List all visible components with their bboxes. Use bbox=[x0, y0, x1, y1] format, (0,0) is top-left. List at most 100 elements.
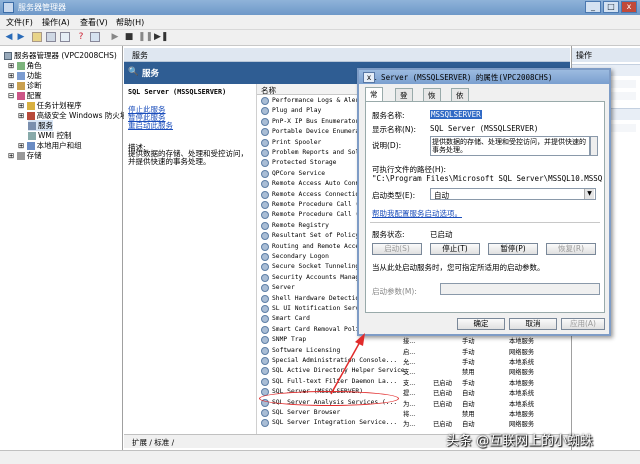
service-logon-as: 本地系统 bbox=[509, 400, 535, 408]
tab-dependencies[interactable]: 依存关系 bbox=[451, 88, 469, 133]
service-status: 已启动 bbox=[433, 379, 452, 387]
service-logon-as: 本地服务 bbox=[509, 338, 535, 346]
service-logon-as: 网络服务 bbox=[509, 421, 535, 429]
menu-help[interactable]: 帮助(H) bbox=[116, 17, 144, 28]
tree-root-label: 服务器管理器 (VPC2008CHS) bbox=[14, 51, 117, 60]
storage-icon bbox=[16, 152, 25, 160]
show-tree-icon[interactable] bbox=[46, 32, 56, 42]
service-desc: 接... bbox=[403, 338, 416, 346]
service-desc: 为... bbox=[403, 421, 416, 429]
tree-label: WMI 控制 bbox=[38, 131, 72, 140]
maximize-button[interactable]: □ bbox=[603, 1, 619, 13]
table-row[interactable]: SQL Server Integration Service... 为... 已启动… bbox=[257, 418, 571, 428]
description-field[interactable]: 提供数据的存储、处理和受控访问，并提供快速的事务处理。 bbox=[430, 136, 590, 156]
service-startup-type: 禁用 bbox=[462, 369, 475, 377]
startup-type-label: 启动类型(E): bbox=[372, 191, 416, 200]
service-desc: 支... bbox=[403, 379, 416, 387]
up-folder-icon[interactable] bbox=[32, 32, 42, 42]
service-name: SL UI Notification Serv bbox=[272, 305, 360, 312]
pane-header: 服务 bbox=[124, 48, 570, 62]
tree-label: 存储 bbox=[26, 151, 42, 160]
table-row[interactable]: SNMP Trap 接... 手动 本地服务 bbox=[257, 335, 571, 345]
export-icon[interactable] bbox=[90, 32, 100, 42]
column-name[interactable]: 名称 bbox=[261, 85, 276, 96]
restart-service-icon[interactable]: ▶❚ bbox=[154, 32, 168, 42]
view-tabs-label[interactable]: 扩展 ∕ 标准 ∕ bbox=[132, 437, 174, 448]
service-gear-icon bbox=[261, 138, 269, 147]
service-gear-icon bbox=[261, 284, 269, 293]
pause-service-icon[interactable]: ❚❚ bbox=[138, 32, 153, 42]
description-text: 提供数据的存储、处理和受控访问，并提供快速的事务处理。 bbox=[128, 149, 248, 166]
menu-file[interactable]: 文件(F) bbox=[6, 17, 33, 28]
start-params-input[interactable] bbox=[440, 283, 600, 295]
minimize-button[interactable]: _ bbox=[585, 1, 601, 13]
start-service-icon[interactable]: ▶ bbox=[110, 32, 120, 42]
restart-service-link[interactable]: 重启动此服务 bbox=[128, 120, 173, 131]
navigation-tree: 服务器管理器 (VPC2008CHS) ⊞ 角色 ⊞ 功能 ⊞ 诊断 ⊟ 配置 … bbox=[0, 46, 127, 450]
service-gear-icon bbox=[261, 336, 269, 345]
chevron-down-icon[interactable]: ▼ bbox=[584, 189, 594, 199]
back-icon[interactable]: ◀ bbox=[4, 32, 14, 42]
tree-item-storage[interactable]: ⊞ 存储 bbox=[8, 150, 42, 161]
service-name: SQL Server Browser bbox=[272, 409, 341, 416]
service-name: Server bbox=[272, 284, 295, 292]
service-gear-icon bbox=[261, 232, 269, 241]
dialog-close-button[interactable]: x bbox=[363, 72, 375, 83]
service-name: Remote Access Auto Conn bbox=[272, 180, 360, 188]
menu-view[interactable]: 查看(V) bbox=[80, 17, 108, 28]
general-tab-panel: 服务名称: MSSQLSERVER 显示名称(N): SQL Server (M… bbox=[365, 101, 605, 313]
service-status: 已启动 bbox=[433, 421, 452, 429]
roles-icon bbox=[16, 62, 25, 70]
tab-general[interactable]: 常规 bbox=[365, 87, 383, 110]
service-name: Problem Reports and Sol bbox=[272, 149, 360, 156]
tab-logon[interactable]: 登录 bbox=[395, 88, 413, 111]
tree-label: 角色 bbox=[26, 61, 42, 70]
service-desc: 允... bbox=[403, 359, 416, 366]
table-row[interactable]: SQL Active Directory Helper Service 支... 禁… bbox=[257, 366, 571, 376]
service-gear-icon bbox=[261, 263, 269, 272]
service-gear-icon bbox=[261, 409, 269, 417]
tree-label: 高级安全 Windows 防火墙 bbox=[36, 111, 128, 120]
table-row[interactable]: SQL Server Browser 将... 禁用 本地服务 bbox=[257, 408, 571, 418]
start-button[interactable]: 启动(S) bbox=[372, 243, 422, 255]
service-gear-icon bbox=[261, 253, 269, 261]
service-gear-icon bbox=[261, 117, 269, 126]
service-name: Protected Storage bbox=[272, 159, 337, 167]
properties-icon[interactable] bbox=[60, 32, 70, 42]
pause-button[interactable]: 暂停(P) bbox=[488, 243, 538, 255]
service-logon-as: 本地系统 bbox=[509, 390, 535, 398]
stop-button[interactable]: 停止(T) bbox=[430, 243, 480, 255]
help-icon[interactable]: ? bbox=[76, 32, 86, 42]
path-value: "C:\Program Files\Microsoft SQL Server\M… bbox=[372, 174, 602, 183]
stop-service-icon[interactable]: ■ bbox=[124, 32, 134, 42]
startup-type-select[interactable]: 自动 ▼ bbox=[430, 188, 596, 200]
service-name: Remote Procedure Call ( bbox=[272, 211, 360, 219]
service-name-value: MSSQLSERVER bbox=[430, 110, 482, 119]
service-desc: 启... bbox=[403, 348, 416, 356]
table-row[interactable]: Special Administration Console... 允... 手动本… bbox=[257, 356, 571, 366]
service-status-label: 服务状态: bbox=[372, 230, 405, 239]
menu-action[interactable]: 操作(A) bbox=[42, 17, 70, 28]
table-row[interactable]: Software Licensing 启... 手动 网络服务 bbox=[257, 346, 571, 356]
help-configure-link[interactable]: 帮助我配置服务启动选项。 bbox=[372, 208, 462, 219]
divider bbox=[370, 222, 600, 223]
firewall-icon bbox=[26, 112, 35, 120]
ok-button[interactable]: 确定 bbox=[457, 318, 505, 330]
description-field-label: 说明(D): bbox=[372, 141, 402, 150]
service-name: SNMP Trap bbox=[272, 336, 307, 344]
service-name: Remote Access Connectio bbox=[272, 190, 360, 198]
diagnostics-icon bbox=[16, 82, 25, 90]
description-scrollbar[interactable] bbox=[590, 136, 598, 156]
close-button[interactable]: x bbox=[621, 1, 637, 13]
services-banner-title: 服务 bbox=[142, 69, 160, 79]
tab-recovery[interactable]: 恢复 bbox=[423, 88, 441, 111]
table-row[interactable]: SQL Full-text Filter Daemon La... 支... 已启动… bbox=[257, 377, 571, 387]
display-name-value: SQL Server (MSSQLSERVER) bbox=[430, 124, 539, 133]
features-icon bbox=[16, 72, 25, 80]
resume-button[interactable]: 恢复(R) bbox=[546, 243, 596, 255]
apply-button[interactable]: 应用(A) bbox=[561, 318, 605, 330]
service-status: 已启动 bbox=[433, 400, 452, 408]
service-gear-icon bbox=[261, 346, 269, 355]
cancel-button[interactable]: 取消 bbox=[509, 318, 557, 330]
forward-icon[interactable]: ▶ bbox=[16, 32, 26, 42]
